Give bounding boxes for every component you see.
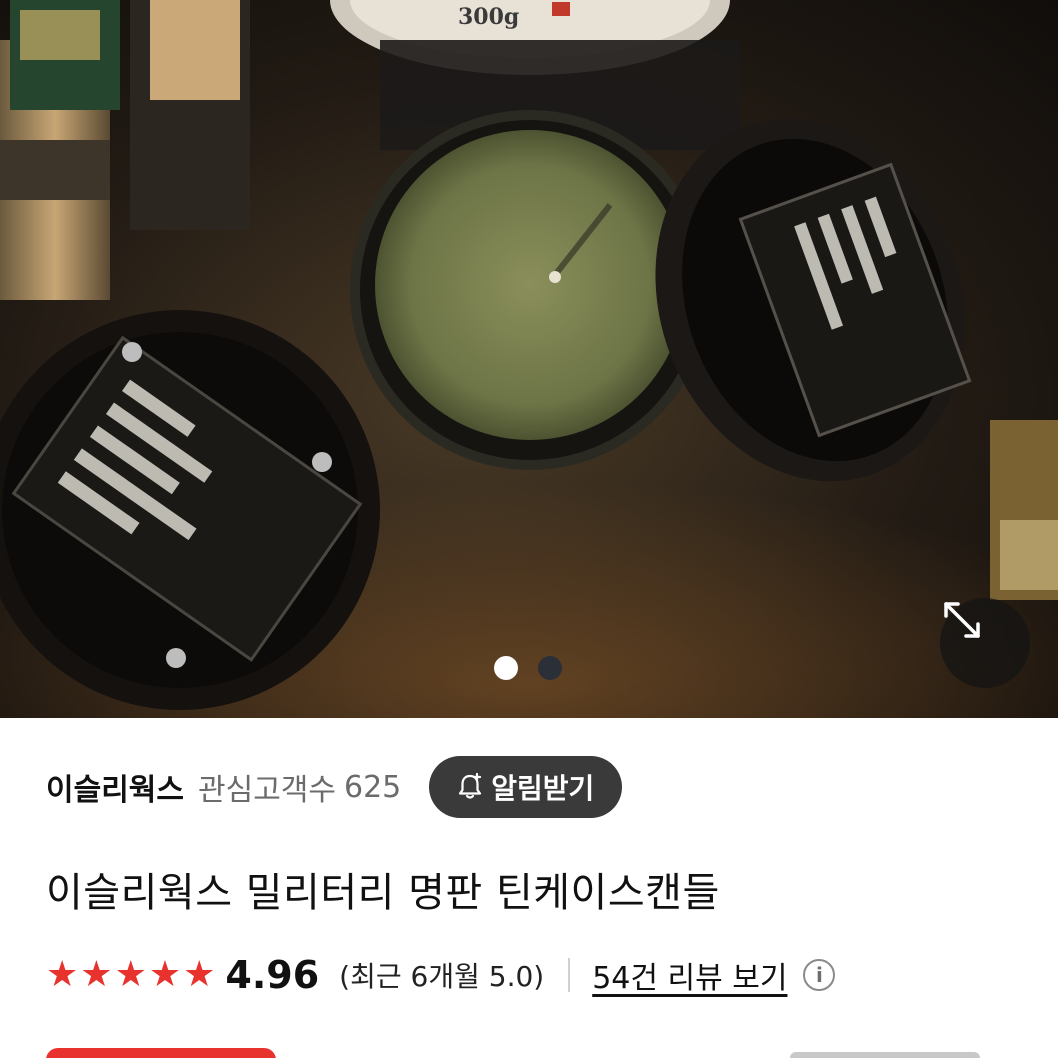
store-row: 이슬리웍스 관심고객수 625 알림받기 bbox=[46, 756, 623, 818]
store-name-link[interactable]: 이슬리웍스 bbox=[46, 765, 184, 809]
product-title: 이슬리웍스 밀리터리 명판 틴케이스캔들 bbox=[46, 870, 720, 916]
gallery-pagination bbox=[494, 656, 562, 680]
rating-row: ★ ★ ★ ★ ★ 4.96 (최근 6개월 5.0) 54건 리뷰 보기 i bbox=[46, 950, 836, 1000]
bell-plus-icon bbox=[455, 772, 485, 802]
follower-label: 관심고객수 bbox=[198, 773, 336, 808]
price-partial bbox=[46, 1046, 286, 1058]
expand-arrows-icon bbox=[944, 602, 980, 638]
alarm-subscribe-button[interactable]: 알림받기 bbox=[429, 756, 623, 818]
pagination-dot-2[interactable] bbox=[538, 656, 562, 680]
star-icon: ★ bbox=[80, 954, 113, 995]
star-icon: ★ bbox=[183, 954, 216, 995]
star-icon: ★ bbox=[148, 954, 182, 995]
alarm-button-label: 알림받기 bbox=[491, 772, 595, 805]
divider bbox=[568, 958, 571, 992]
product-photo: 300g bbox=[0, 0, 1058, 718]
svg-text:300g: 300g bbox=[458, 4, 519, 30]
star-icon: ★ bbox=[46, 954, 79, 995]
shipping-partial bbox=[790, 1052, 980, 1058]
star-rating: ★ ★ ★ ★ ★ bbox=[46, 957, 215, 993]
product-image-gallery[interactable]: 300g bbox=[0, 0, 1058, 718]
rating-recent: (최근 6개월 5.0) bbox=[339, 960, 545, 993]
rating-score: 4.96 bbox=[225, 953, 320, 997]
pagination-dot-1[interactable] bbox=[494, 656, 518, 680]
follower-count: 625 bbox=[344, 769, 402, 805]
info-icon[interactable]: i bbox=[803, 959, 836, 991]
star-icon: ★ bbox=[114, 954, 147, 995]
expand-image-button[interactable] bbox=[940, 598, 1030, 688]
review-link[interactable]: 54건 리뷰 보기 bbox=[592, 953, 787, 997]
